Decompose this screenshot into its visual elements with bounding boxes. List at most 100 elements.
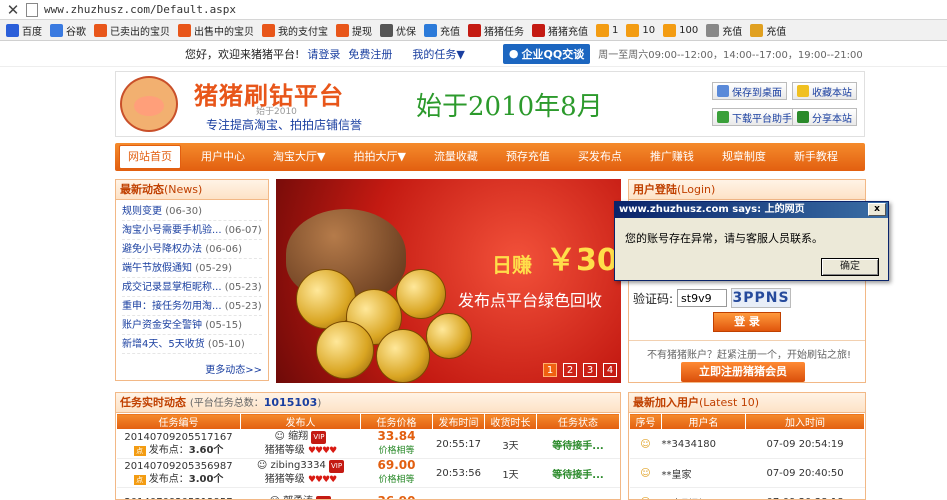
desktop-icon [717, 85, 729, 97]
dialog-close-button[interactable]: x [868, 203, 886, 216]
bookmark-item[interactable]: 充值 [424, 23, 460, 38]
task-duration [484, 487, 537, 499]
address-bar[interactable]: ✕ www.zhuzhusz.com/Default.aspx [0, 0, 947, 20]
tasks-title: 任务实时动态 (平台任务总数：1015103) [116, 393, 620, 413]
table-row[interactable]: 20140709205356987 点 发布点：3.00个 ☺ zibing3334… [116, 458, 620, 488]
captcha-input[interactable] [677, 289, 728, 307]
news-item[interactable]: 淘宝小号需要手机验... (06-07) [122, 221, 262, 240]
news-item[interactable]: 端午节放假通知 (05-29) [122, 259, 262, 278]
task-status[interactable] [536, 487, 620, 499]
share-button[interactable]: 分享本站 [792, 108, 857, 126]
login-button[interactable]: 登 录 [713, 312, 781, 332]
nav-item[interactable]: 预存充值 [492, 146, 564, 168]
bookmark-item[interactable]: 充值 [706, 23, 742, 38]
task-duration: 3天 [484, 429, 537, 459]
task-time: 20:53:56 [432, 458, 485, 488]
news-item[interactable]: 账户资金安全警钟 (05-15) [122, 316, 262, 335]
news-item-date: (05-10) [207, 339, 245, 350]
pig-icon [532, 23, 545, 37]
url-text[interactable]: www.zhuzhusz.com/Default.aspx [44, 3, 236, 16]
news-item[interactable]: 新增4天、5天收货 (05-10) [122, 335, 262, 354]
nav-item[interactable]: 流量收藏 [420, 146, 492, 168]
news-item[interactable]: 避免小号降权办法 (06-06) [122, 240, 262, 259]
news-item-text: 重申：接任务勿用淘... [122, 301, 222, 312]
banner-page-button[interactable]: 4 [603, 363, 617, 377]
bookmark-item[interactable]: 1 [596, 23, 618, 37]
task-status[interactable]: 等待接手... [536, 429, 620, 459]
nav-item[interactable]: 推广赚钱 [636, 146, 708, 168]
task-publisher[interactable]: 郭勇涛 [283, 496, 313, 499]
user-icon: ☺ [640, 467, 651, 479]
bookmark-item[interactable]: 已卖出的宝贝 [94, 23, 170, 38]
register-link[interactable]: 免费注册 [348, 46, 392, 62]
nav-item[interactable]: 淘宝大厅▼ [259, 146, 339, 168]
task-publisher[interactable]: 缩翔 [288, 431, 308, 442]
close-icon[interactable]: ✕ [0, 1, 26, 19]
news-item[interactable]: 重申：接任务勿用淘... (05-23) [122, 297, 262, 316]
task-level: 猪猪等级 [264, 474, 305, 485]
banner-daily: 日赚 [492, 253, 532, 277]
dialog-ok-button[interactable]: 确定 [821, 258, 879, 276]
nav-item[interactable]: 规章制度 [708, 146, 780, 168]
task-id[interactable]: 20140709205356987 [124, 461, 232, 472]
avatar: ☺ [270, 496, 280, 499]
user-icon: ☺ [640, 438, 651, 450]
edit-icon [750, 23, 764, 37]
nav-item[interactable]: 用户中心 [187, 146, 259, 168]
table-row[interactable]: 20140709205312957 ☺ 郭勇涛 VIP 36.90 [116, 487, 620, 500]
bookmark-item[interactable]: 出售中的宝贝 [178, 23, 254, 38]
users-table: 序号 用户名 加入时间 ☺ **3434180 07-09 20:54:19 ☺ **皇家 0… [629, 413, 865, 499]
user-name[interactable]: **志刚刚 [661, 487, 746, 499]
favorite-button[interactable]: 收藏本站 [792, 82, 857, 100]
qq-chat-button[interactable]: ● 企业QQ交谈 [502, 43, 591, 64]
bookmark-item[interactable]: 提现 [336, 23, 372, 38]
more-news-link[interactable]: 更多动态>> [205, 361, 262, 376]
login-link[interactable]: 请登录 [307, 46, 340, 62]
download-assistant-button[interactable]: 下载平台助手 [712, 108, 797, 126]
bookmark-item[interactable]: 优保 [380, 23, 416, 38]
nav-item[interactable]: 网站首页 [119, 145, 181, 169]
banner-page-button[interactable]: 1 [543, 363, 557, 377]
nav-item[interactable]: 拍拍大厅▼ [339, 146, 419, 168]
captcha-image[interactable]: 3PPNS [731, 288, 792, 308]
bookmark-item[interactable]: 100 [663, 23, 698, 37]
news-item-date: (05-15) [205, 320, 243, 331]
nav-item[interactable]: 买发布点 [564, 146, 636, 168]
user-name[interactable]: **皇家 [661, 458, 746, 488]
tasks-table: 任务编号 发布人 任务价格 发布时间 收货时长 任务状态 2014070920551716… [116, 413, 620, 500]
news-item[interactable]: 规则变更 (06-30) [122, 202, 262, 221]
avatar: ☺ [274, 431, 285, 442]
save-desktop-button[interactable]: 保存到桌面 [712, 82, 787, 100]
my-tasks-menu[interactable]: 我的任务▼ [412, 46, 464, 62]
task-status[interactable]: 等待接手... [536, 458, 620, 488]
bookmark-item[interactable]: 猪猪充值 [532, 23, 588, 38]
task-column-header: 任务价格 [360, 413, 433, 430]
table-row[interactable]: 20140709205517167 点 发布点：3.60个 ☺ 缩翔 VIP 猪猪等级… [116, 429, 620, 459]
task-gold: 价格相等 [378, 475, 415, 485]
task-publisher[interactable]: zibing3334 [271, 460, 326, 471]
banner-page-button[interactable]: 3 [583, 363, 597, 377]
bookmark-item[interactable]: 谷歌 [50, 23, 86, 38]
task-time [432, 487, 485, 499]
task-id[interactable]: 20140709205312957 [124, 497, 232, 500]
banner-page-button[interactable]: 2 [563, 363, 577, 377]
user-join-time: 07-09 20:54:19 [745, 429, 865, 459]
bookmark-item[interactable]: 猪猪任务 [468, 23, 524, 38]
task-id[interactable]: 20140709205517167 [124, 432, 232, 443]
shield-icon [380, 23, 393, 37]
shield-icon [424, 23, 437, 37]
news-item-date: (05-29) [195, 263, 233, 274]
google-icon [50, 23, 63, 37]
bookmark-item[interactable]: 我的支付宝 [262, 23, 328, 38]
register-button[interactable]: 立即注册猪猪会员 [681, 362, 805, 382]
pig-logo-icon[interactable] [120, 76, 178, 132]
nav-item[interactable]: 你提我改 [852, 146, 924, 168]
promo-banner[interactable]: 日赚 ￥30 发布点平台绿色回收 1234 [276, 179, 621, 383]
bookmark-item[interactable]: 充值 [750, 23, 786, 38]
orange-icon [596, 23, 609, 37]
news-item[interactable]: 成交记录显掌柜昵称... (05-23) [122, 278, 262, 297]
bookmark-item[interactable]: 百度 [6, 23, 42, 38]
nav-item[interactable]: 新手教程 [780, 146, 852, 168]
bookmark-item[interactable]: 10 [626, 23, 655, 37]
user-name[interactable]: **3434180 [661, 429, 746, 459]
